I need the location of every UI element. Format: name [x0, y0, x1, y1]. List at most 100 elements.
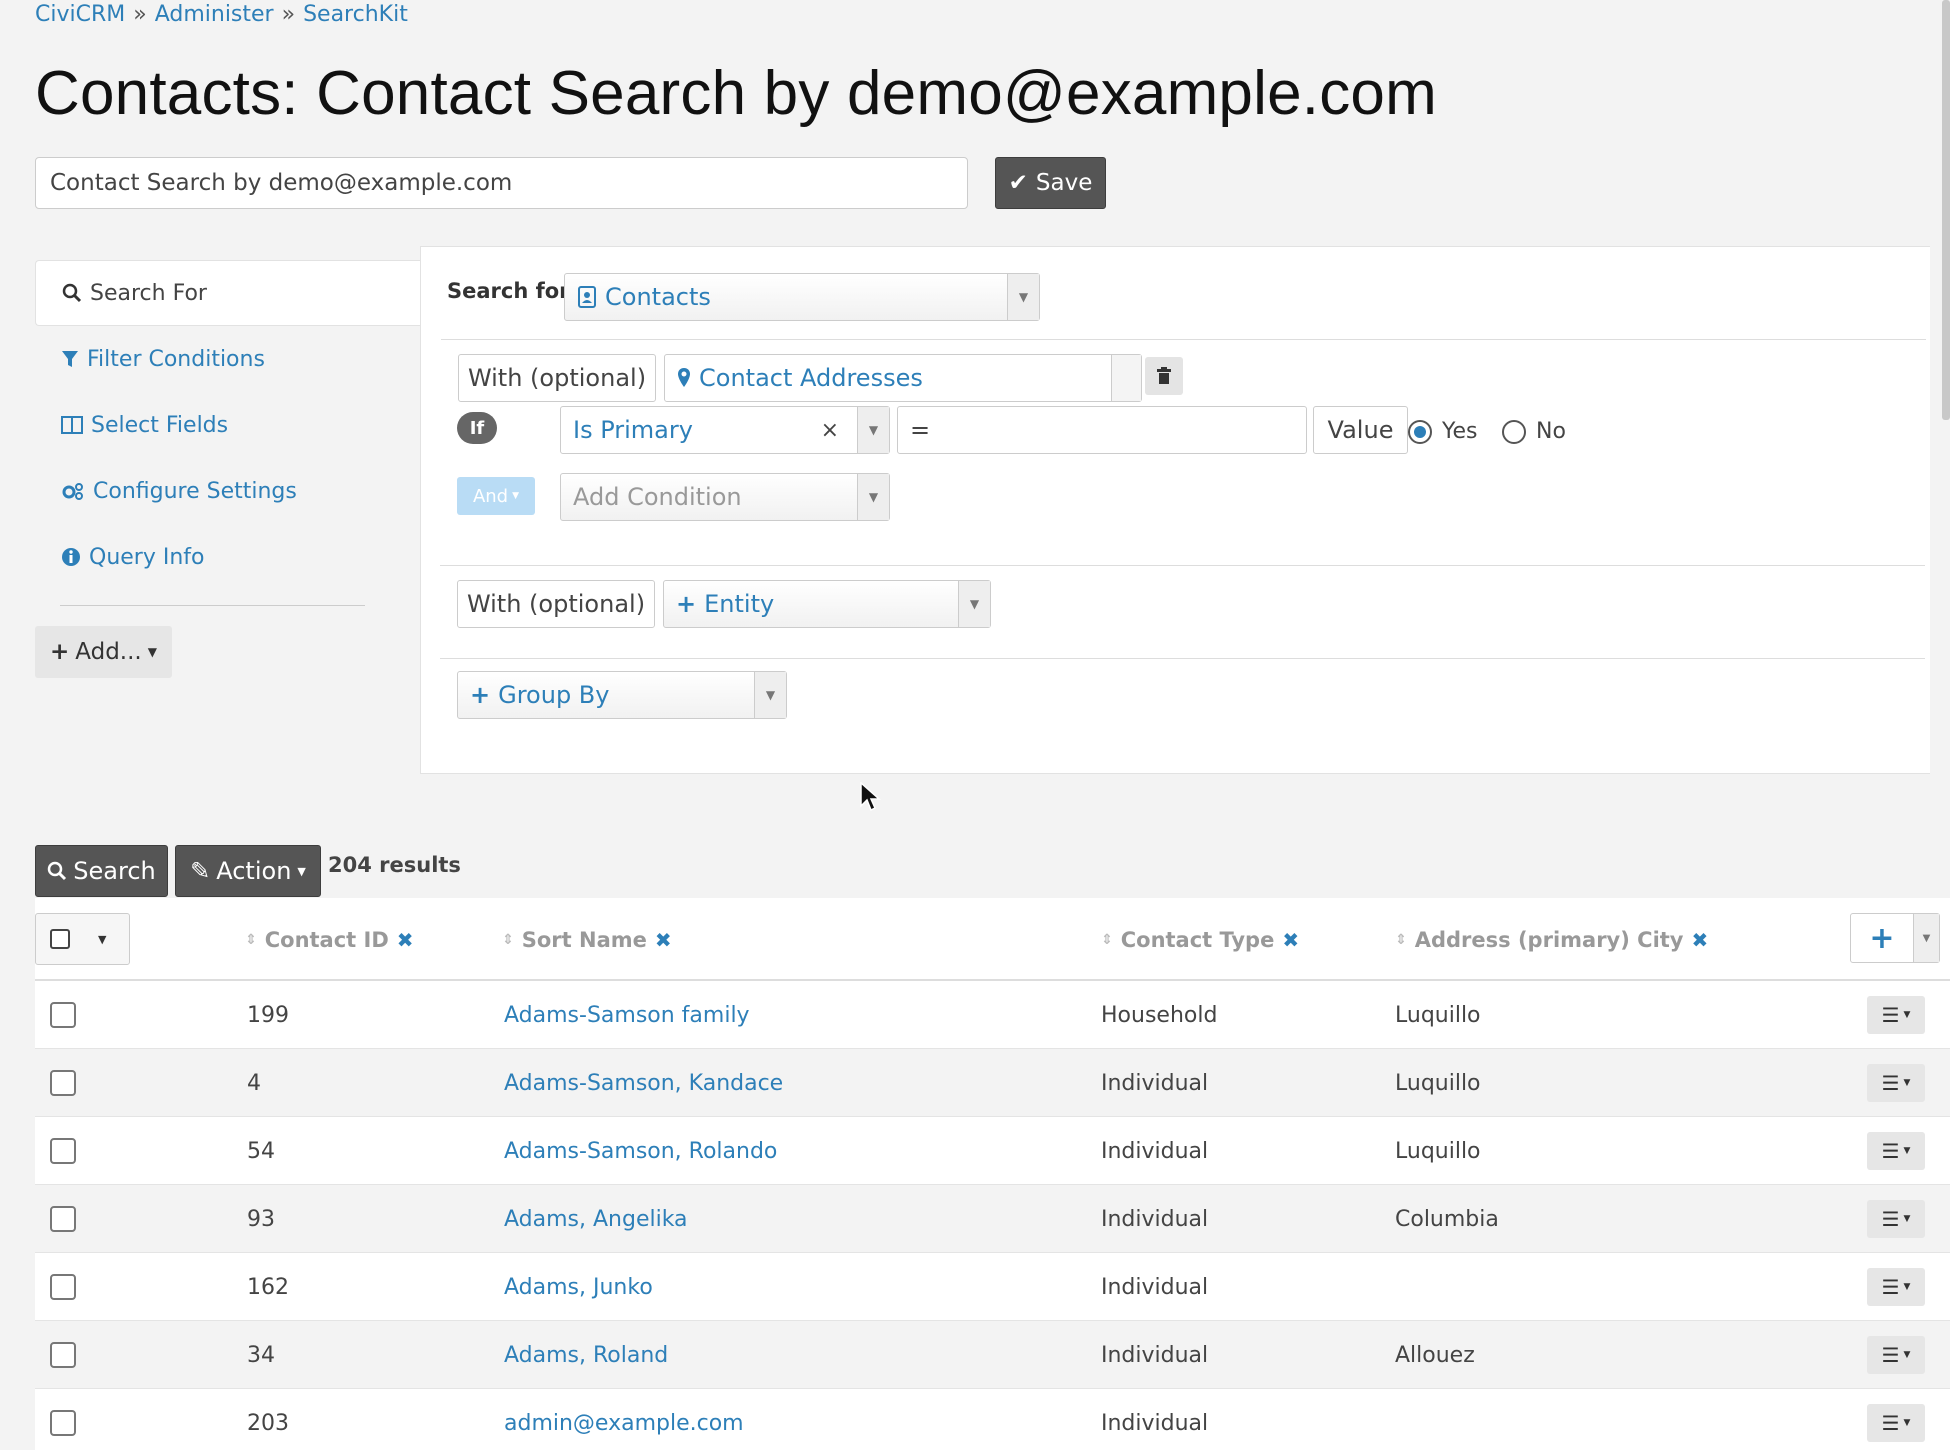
row-checkbox[interactable] — [50, 1342, 76, 1368]
clear-icon[interactable]: × — [821, 418, 839, 443]
chevron-down-icon: ▼ — [1913, 914, 1939, 962]
search-for-label: Search for — [447, 279, 570, 303]
search-button[interactable]: Search — [35, 845, 168, 897]
caret-down-icon: ▼ — [1903, 1350, 1911, 1360]
mouse-cursor-icon — [860, 782, 881, 812]
radio-checked-icon — [1408, 419, 1432, 444]
join-type-select[interactable]: With (optional) — [458, 354, 656, 402]
radio-no-label: No — [1536, 419, 1566, 444]
bars-icon: ☰ — [1881, 1071, 1900, 1095]
plus-icon: + — [1869, 920, 1895, 956]
tab-label: Query Info — [89, 544, 205, 570]
table-row: 203 admin@example.com Individual ☰ ▼ — [35, 1389, 1950, 1450]
add-column-button[interactable]: + ▼ — [1850, 913, 1940, 963]
join-entity-select[interactable]: Contact Addresses — [664, 354, 1142, 402]
breadcrumb-administer[interactable]: Administer — [155, 2, 274, 27]
column-header-contact-id[interactable]: ⇕ Contact ID ✖ — [245, 898, 414, 981]
row-menu-button[interactable]: ☰ ▼ — [1867, 1336, 1925, 1374]
operator-select[interactable]: = — [897, 406, 1307, 454]
row-menu-button[interactable]: ☰ ▼ — [1867, 1200, 1925, 1238]
row-menu-button[interactable]: ☰ ▼ — [1867, 1404, 1925, 1442]
cell-sort-name-link[interactable]: Adams-Samson family — [504, 981, 750, 1049]
join2-entity-value: Entity — [704, 590, 775, 618]
cell-sort-name-link[interactable]: admin@example.com — [504, 1389, 744, 1450]
join2-entity-select[interactable]: + Entity ▼ — [663, 580, 991, 628]
cell-contact-type: Individual — [1101, 1070, 1209, 1096]
chevron-down-icon: ▼ — [958, 581, 990, 627]
select-all-dropdown[interactable]: ▼ — [35, 913, 130, 965]
cell-sort-name-link[interactable]: Adams-Samson, Kandace — [504, 1049, 783, 1117]
select-all-checkbox[interactable] — [50, 929, 70, 949]
action-button[interactable]: ✎ Action ▼ — [175, 845, 321, 897]
row-menu-button[interactable]: ☰ ▼ — [1867, 1268, 1925, 1306]
table-row: 34 Adams, Roland Individual Allouez ☰ ▼ — [35, 1321, 1950, 1389]
condition-field-select[interactable]: Is Primary × ▼ — [560, 406, 890, 454]
row-checkbox[interactable] — [50, 1274, 76, 1300]
pencil-icon: ✎ — [190, 857, 211, 885]
cell-sort-name-link[interactable]: Adams, Junko — [504, 1253, 653, 1321]
caret-down-icon: ▼ — [1903, 1418, 1911, 1428]
chevron-down-icon: ▼ — [1007, 274, 1039, 320]
cell-sort-name-link[interactable]: Adams, Angelika — [504, 1185, 688, 1253]
row-checkbox[interactable] — [50, 1410, 76, 1436]
sort-icon: ⇕ — [245, 931, 257, 948]
radio-no[interactable]: No — [1502, 419, 1566, 444]
join2-type-select[interactable]: With (optional) — [457, 580, 655, 628]
tab-configure-settings[interactable]: Configure Settings — [35, 458, 420, 524]
table-header: ▼ ⇕ Contact ID ✖ ⇕ Sort Name ✖ ⇕ Contact… — [35, 898, 1950, 981]
caret-down-icon: ▼ — [512, 491, 520, 501]
bars-icon: ☰ — [1881, 1411, 1900, 1435]
page-scrollbar[interactable] — [1942, 0, 1950, 420]
breadcrumb-separator-icon: » — [281, 2, 296, 27]
row-checkbox[interactable] — [50, 1070, 76, 1096]
column-header-contact-type[interactable]: ⇕ Contact Type ✖ — [1101, 898, 1299, 981]
cell-contact-id: 4 — [247, 1070, 261, 1096]
entity-select-value: Contacts — [605, 283, 711, 311]
tab-search-for[interactable]: Search For — [35, 260, 420, 326]
breadcrumb-civicrm[interactable]: CiviCRM — [35, 2, 125, 27]
caret-down-icon: ▼ — [1903, 1010, 1911, 1020]
column-header-city[interactable]: ⇕ Address (primary) City ✖ — [1395, 898, 1708, 981]
tab-select-fields[interactable]: Select Fields — [35, 392, 420, 458]
value-mode-button[interactable]: Value — [1313, 406, 1408, 454]
row-checkbox[interactable] — [50, 1002, 76, 1028]
tab-filter-conditions[interactable]: Filter Conditions — [35, 326, 420, 392]
add-button[interactable]: + Add... ▼ — [35, 626, 172, 678]
plus-icon: + — [470, 681, 491, 709]
add-condition-select[interactable]: Add Condition ▼ — [560, 473, 890, 521]
if-badge: If — [457, 412, 497, 444]
filter-icon — [62, 351, 78, 367]
row-menu-button[interactable]: ☰ ▼ — [1867, 1132, 1925, 1170]
row-menu-button[interactable]: ☰ ▼ — [1867, 996, 1925, 1034]
search-icon — [48, 861, 67, 881]
row-checkbox[interactable] — [50, 1138, 76, 1164]
search-name-input[interactable]: Contact Search by demo@example.com — [35, 157, 968, 209]
group-by-select[interactable]: + Group By ▼ — [457, 671, 787, 719]
chevron-down-icon: ▼ — [857, 474, 889, 520]
column-header-sort-name[interactable]: ⇕ Sort Name ✖ — [502, 898, 672, 981]
operator-value: = — [910, 416, 931, 444]
entity-select[interactable]: Contacts ▼ — [564, 273, 1040, 321]
column-label: Address (primary) City — [1414, 927, 1684, 952]
page-title: Contacts: Contact Search by demo@example… — [35, 59, 1437, 128]
remove-column-icon[interactable]: ✖ — [1692, 928, 1709, 952]
trash-icon[interactable] — [1145, 357, 1183, 395]
save-button[interactable]: ✔ Save — [995, 157, 1106, 209]
and-label: And — [472, 485, 509, 507]
caret-down-icon: ▼ — [98, 932, 107, 946]
row-checkbox[interactable] — [50, 1206, 76, 1232]
breadcrumb-searchkit[interactable]: SearchKit — [303, 2, 408, 27]
cell-sort-name-link[interactable]: Adams-Samson, Rolando — [504, 1117, 777, 1185]
remove-column-icon[interactable]: ✖ — [1282, 928, 1299, 952]
remove-column-icon[interactable]: ✖ — [397, 928, 414, 952]
tab-query-info[interactable]: Query Info — [35, 524, 420, 590]
caret-down-icon: ▼ — [1903, 1282, 1911, 1292]
radio-yes[interactable]: Yes — [1408, 419, 1478, 444]
remove-column-icon[interactable]: ✖ — [655, 928, 672, 952]
cell-sort-name-link[interactable]: Adams, Roland — [504, 1321, 668, 1389]
contact-card-icon — [578, 286, 596, 308]
cell-contact-type: Individual — [1101, 1206, 1209, 1232]
and-button[interactable]: And ▼ — [457, 477, 535, 515]
bars-icon: ☰ — [1881, 1139, 1900, 1163]
row-menu-button[interactable]: ☰ ▼ — [1867, 1064, 1925, 1102]
